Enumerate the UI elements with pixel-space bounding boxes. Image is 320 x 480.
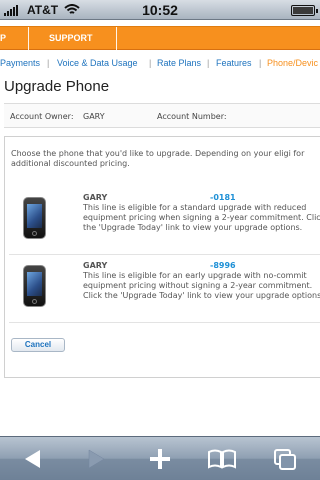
- top-nav-item-partial[interactable]: P: [0, 27, 6, 50]
- status-bar: AT&T 10:52: [0, 0, 320, 20]
- battery-icon: [291, 5, 318, 16]
- sub-nav: Payments | Voice & Data Usage | Rate Pla…: [0, 56, 320, 72]
- account-owner-value: GARY: [83, 112, 105, 121]
- sub-nav-separator: |: [47, 58, 50, 68]
- phone-owner-name: GARY: [83, 261, 108, 270]
- sub-nav-separator: |: [207, 58, 210, 68]
- phone-line-number[interactable]: -8996: [210, 261, 236, 270]
- pages-icon[interactable]: [262, 437, 308, 480]
- phone-eligibility-text: This line is eligible for an early upgra…: [83, 271, 320, 300]
- sub-nav-separator: |: [149, 58, 152, 68]
- phone-row[interactable]: GARY -8996 This line is eligible for an …: [9, 257, 320, 323]
- sub-nav-item-features[interactable]: Features: [216, 58, 252, 68]
- browser-toolbar: [0, 436, 320, 480]
- sub-nav-separator: |: [259, 58, 262, 68]
- top-nav-item-support[interactable]: SUPPORT: [49, 27, 93, 50]
- phone-owner-name: GARY: [83, 193, 108, 202]
- account-owner-label: Account Owner:: [10, 112, 74, 121]
- sub-nav-item-payments[interactable]: Payments: [0, 58, 40, 68]
- bookmarks-book-icon[interactable]: [199, 437, 245, 480]
- forward-arrow-icon[interactable]: [73, 437, 119, 480]
- iphone-image: [23, 265, 46, 307]
- top-nav: P SUPPORT: [0, 26, 320, 50]
- phone-line-number[interactable]: -0181: [210, 193, 236, 202]
- sub-nav-item-phone-devices[interactable]: Phone/Devic: [267, 58, 318, 68]
- sub-nav-item-rate-plans[interactable]: Rate Plans: [157, 58, 201, 68]
- status-time: 10:52: [142, 2, 178, 18]
- back-arrow-icon[interactable]: [10, 437, 56, 480]
- iphone-image: [23, 197, 46, 239]
- page-title: Upgrade Phone: [4, 78, 110, 95]
- nav-divider: [116, 27, 117, 50]
- nav-divider: [28, 27, 29, 50]
- plus-icon[interactable]: [137, 437, 183, 480]
- upgrade-panel: Choose the phone that you'd like to upgr…: [4, 136, 320, 378]
- sub-nav-item-voice-data-usage[interactable]: Voice & Data Usage: [57, 58, 138, 68]
- phone-eligibility-text: This line is eligible for a standard upg…: [83, 203, 320, 232]
- intro-text: Choose the phone that you'd like to upgr…: [11, 149, 305, 168]
- cancel-button[interactable]: Cancel: [11, 338, 65, 352]
- phone-row[interactable]: GARY -0181 This line is eligible for a s…: [9, 189, 320, 255]
- account-number-label: Account Number:: [157, 112, 227, 121]
- account-info-bar: Account Owner: GARY Account Number:: [4, 103, 320, 128]
